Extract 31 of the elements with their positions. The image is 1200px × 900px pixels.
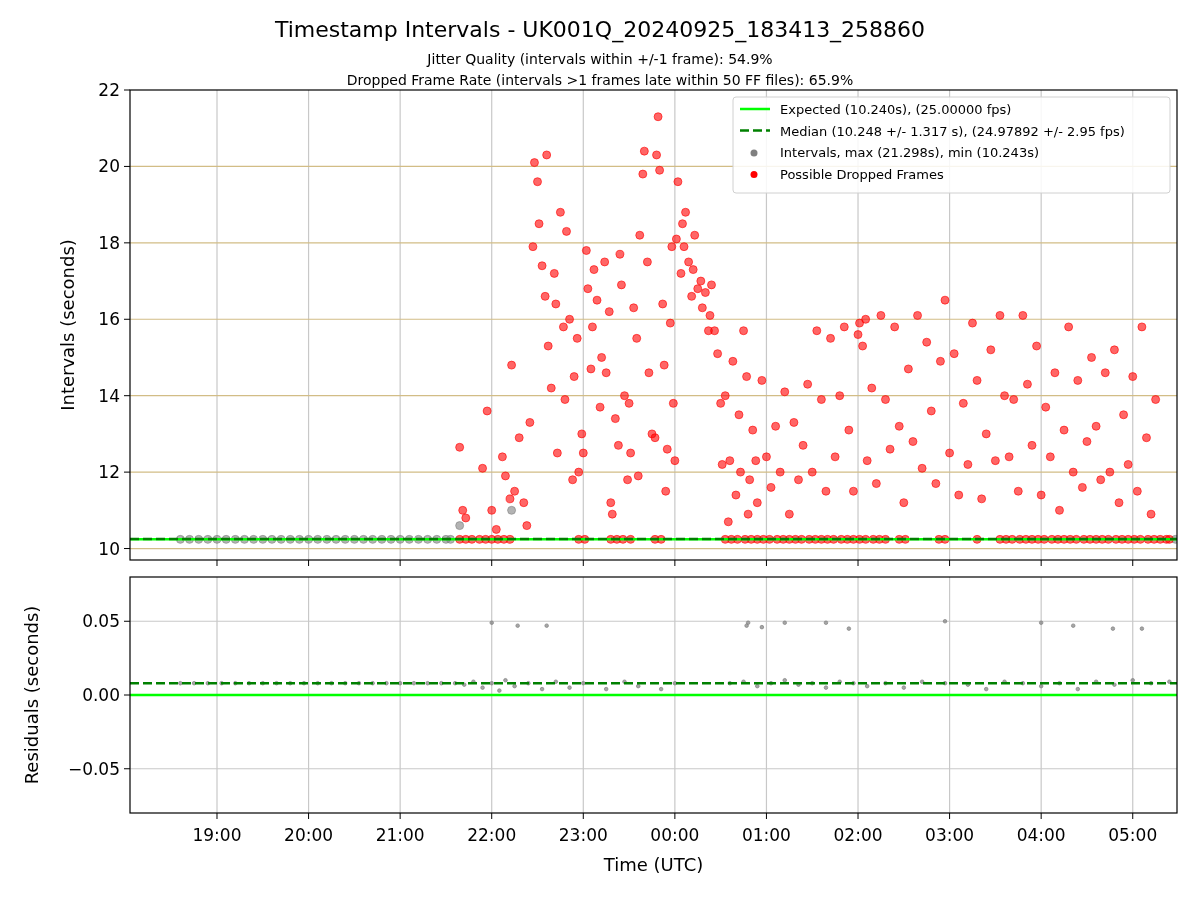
tick-label: 0.05	[82, 611, 120, 632]
axis-title: Time (UTC)	[603, 854, 704, 875]
axis-title: Intervals (seconds)	[57, 239, 78, 411]
tick-label: 12	[98, 462, 120, 483]
tick-label: 23:00	[558, 825, 608, 845]
tick-label: 10	[98, 538, 120, 559]
tick-label: 00:00	[650, 825, 700, 845]
chart-title: Timestamp Intervals - UK001Q_20240925_183413_258860	[274, 17, 926, 42]
tick-label: −0.05	[67, 758, 120, 779]
tick-label: 03:00	[925, 825, 975, 845]
tick-label: 02:00	[833, 825, 883, 845]
tick-label: 19:00	[192, 825, 242, 845]
tick-label: 20	[98, 156, 120, 177]
tick-label: 0.00	[82, 685, 120, 705]
axis-title: Residuals (seconds)	[21, 605, 42, 785]
tick-label: 22:00	[467, 825, 517, 845]
tick-label: 18	[98, 232, 120, 253]
tick-label: 05:00	[1108, 825, 1158, 845]
tick-label: 04:00	[1016, 825, 1066, 845]
tick-label: 20:00	[284, 825, 334, 845]
tick-label: 01:00	[741, 825, 791, 845]
tick-label: 16	[98, 309, 120, 330]
legend-label: Intervals, max (21.298s), min (10.243s)	[780, 145, 1039, 160]
legend-label: Median (10.248 +/- 1.317 s), (24.97892 +/- 2.95 fps)	[780, 123, 1125, 139]
tick-label: 14	[98, 385, 120, 406]
legend-label: Expected (10.240s), (25.00000 fps)	[780, 102, 1012, 117]
legend-label: Possible Dropped Frames	[780, 166, 944, 182]
tick-label: 22	[98, 80, 120, 100]
chart-subtitle: Jitter Quality (intervals within +/-1 frame): 54.9%	[427, 51, 773, 67]
chart-subtitle: Dropped Frame Rate (intervals >1 frames late within 50 FF files): 65.9%	[346, 72, 854, 88]
tick-label: 21:00	[375, 825, 425, 845]
